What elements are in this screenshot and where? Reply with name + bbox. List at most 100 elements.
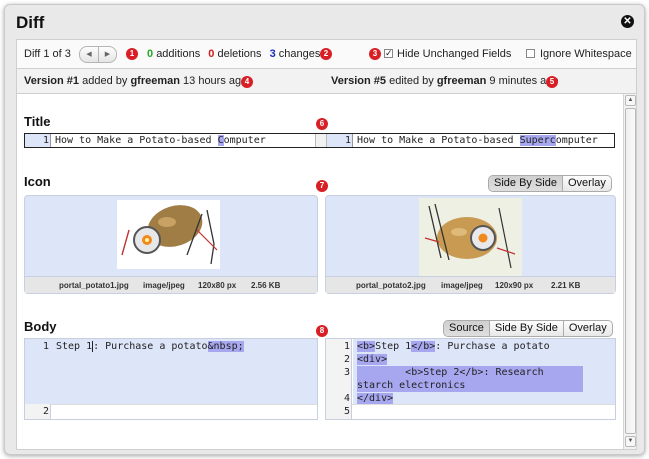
dialog-title: Diff [16, 13, 45, 32]
diff-dialog: Diff ✕ Diff 1 of 3 ◀ ▶ 1 0 additions 0 d… [4, 4, 645, 455]
diff-nav: ◀ ▶ [79, 46, 117, 63]
title-right-text: How to Make a Potato-based Supercomputer [357, 134, 598, 147]
changes-label: changes [278, 48, 321, 60]
body-right-line-number-2: 2 [343, 354, 350, 365]
callout-badge-1: 1 [126, 48, 138, 60]
diff-content: Title 6 1 How to Make a Potato-based Com… [16, 94, 637, 450]
change-summary: 0 additions 0 deletions 3 changes [147, 48, 320, 60]
body-right-row-5 [326, 404, 615, 419]
hide-unchanged-label: Hide Unchanged Fields [397, 48, 512, 60]
body-right-line-1: <b>Step 1</b>: Purchase a potato [357, 340, 550, 353]
left-action: added by [82, 75, 128, 87]
previous-diff-button[interactable]: ◀ [80, 47, 98, 62]
body-right-line-1-open-tag: <b> [357, 341, 376, 352]
left-time: 13 hours ago [183, 75, 248, 87]
title-right-text-a: How to Make a Potato-based [357, 135, 520, 146]
callout-badge-5: 5 [546, 76, 558, 88]
title-right-text-b: omputer [555, 135, 598, 146]
close-icon[interactable]: ✕ [621, 15, 634, 28]
title-center-divider [315, 134, 327, 147]
body-left-pane: 1 Step 1: Purchase a potato&nbsp; 2 [24, 338, 318, 420]
left-image-name: portal_potato1.jpg [59, 281, 129, 290]
right-image-size: 2.21 KB [551, 281, 581, 290]
body-left-line-1: Step 1: Purchase a potato&nbsp; [56, 340, 244, 353]
body-left-line-number-2: 2 [42, 406, 49, 417]
diff-position-label: Diff 1 of 3 [24, 48, 71, 60]
diff-toolbar: Diff 1 of 3 ◀ ▶ 1 0 additions 0 deletion… [16, 39, 637, 68]
left-version: Version #1 [24, 75, 80, 87]
content-scrollbar[interactable]: ▲ ▼ [623, 94, 636, 449]
version-meta-bar: Version #1 added by gfreeman 13 hours ag… [16, 68, 637, 94]
body-view-source[interactable]: Source [444, 321, 489, 336]
icon-right-caption-bar: portal_potato2.jpg image/jpeg 120x90 px … [326, 276, 615, 293]
body-right-line-2: <div> [357, 353, 388, 366]
deletions-count: 0 [208, 48, 215, 60]
body-right-line-number-1: 1 [343, 341, 350, 352]
body-right-line-number-3: 3 [343, 367, 350, 378]
icon-view-overlay[interactable]: Overlay [561, 176, 611, 191]
body-left-line-1-changed: &nbsp; [207, 341, 244, 352]
right-image-type: image/jpeg [441, 281, 483, 290]
hide-unchanged-checkbox[interactable]: ✓ [384, 49, 393, 58]
body-right-pane: 1 <b>Step 1</b>: Purchase a potato 2 <di… [325, 338, 616, 420]
left-image-type: image/jpeg [143, 281, 185, 290]
title-left-line-number: 1 [42, 135, 49, 146]
callout-badge-8: 8 [316, 325, 328, 337]
right-version-info: Version #5 edited by gfreeman 9 minutes … [331, 75, 559, 87]
body-view-overlay[interactable]: Overlay [562, 321, 612, 336]
callout-badge-2: 2 [320, 48, 332, 60]
scroll-down-arrow-icon[interactable]: ▼ [625, 436, 636, 447]
portal-potato-image-1[interactable] [117, 200, 220, 269]
right-action: edited by [389, 75, 434, 87]
ignore-whitespace-checkbox[interactable] [526, 49, 535, 58]
body-left-line-1-b: : Purchase a potato [92, 341, 208, 352]
callout-badge-6: 6 [316, 118, 328, 130]
body-left-row-2 [25, 404, 317, 419]
scrollbar-thumb[interactable] [625, 108, 636, 434]
title-left-text-b: omputer [223, 135, 266, 146]
body-right-line-2-changed: <div> [357, 354, 388, 365]
body-section-heading: Body [24, 319, 57, 334]
ignore-whitespace-label: Ignore Whitespace [540, 48, 632, 60]
callout-badge-3: 3 [369, 48, 381, 60]
icon-view-side-by-side[interactable]: Side By Side [489, 176, 562, 191]
title-left-text-a: How to Make a Potato-based [55, 135, 218, 146]
left-image-dims: 120x80 px [198, 281, 237, 290]
title-left-text: How to Make a Potato-based Computer [55, 134, 266, 147]
right-version: Version #5 [331, 75, 387, 87]
body-left-line-1-a: Step 1 [56, 341, 93, 352]
next-diff-button[interactable]: ▶ [98, 47, 116, 62]
left-version-info: Version #1 added by gfreeman 13 hours ag… [24, 75, 247, 87]
title-diff-row: 1 How to Make a Potato-based Computer 1 … [24, 133, 615, 148]
icon-section-heading: Icon [24, 174, 51, 189]
callout-badge-4: 4 [241, 76, 253, 88]
title-right-line-number: 1 [344, 135, 351, 146]
body-right-line-4-changed: </div> [357, 393, 394, 404]
title-section-heading: Title [24, 114, 51, 129]
body-view-side-by-side[interactable]: Side By Side [488, 321, 563, 336]
icon-right-panel: portal_potato2.jpg image/jpeg 120x90 px … [325, 195, 616, 294]
body-right-line-1-a: Step 1 [375, 341, 412, 352]
changes-count: 3 [269, 48, 276, 60]
right-image-dims: 120x90 px [495, 281, 534, 290]
body-view-mode-toggle: Source Side By Side Overlay [443, 320, 613, 337]
left-user[interactable]: gfreeman [130, 75, 180, 87]
portal-potato-image-2[interactable] [419, 198, 522, 276]
scroll-up-arrow-icon[interactable]: ▲ [625, 95, 636, 106]
body-right-line-number-5: 5 [343, 406, 350, 417]
deletions-label: deletions [217, 48, 262, 60]
icon-left-panel: portal_potato1.jpg image/jpeg 120x80 px … [24, 195, 318, 294]
title-right-text-changed: Superc [519, 135, 556, 146]
left-image-size: 2.56 KB [251, 281, 281, 290]
body-right-line-1-b: : Purchase a potato [435, 341, 550, 352]
right-image-name: portal_potato2.jpg [356, 281, 426, 290]
additions-count: 0 [147, 48, 154, 60]
body-right-line-1-close-tag: </b> [411, 341, 436, 352]
right-user[interactable]: gfreeman [437, 75, 487, 87]
callout-badge-7: 7 [316, 180, 328, 192]
icon-left-caption-bar: portal_potato1.jpg image/jpeg 120x80 px … [25, 276, 317, 293]
body-right-line-3: <b>Step 2</b>: Research starch electroni… [357, 366, 583, 392]
body-left-line-number-1: 1 [42, 341, 49, 352]
additions-label: additions [156, 48, 201, 60]
icon-view-mode-toggle: Side By Side Overlay [488, 175, 612, 192]
